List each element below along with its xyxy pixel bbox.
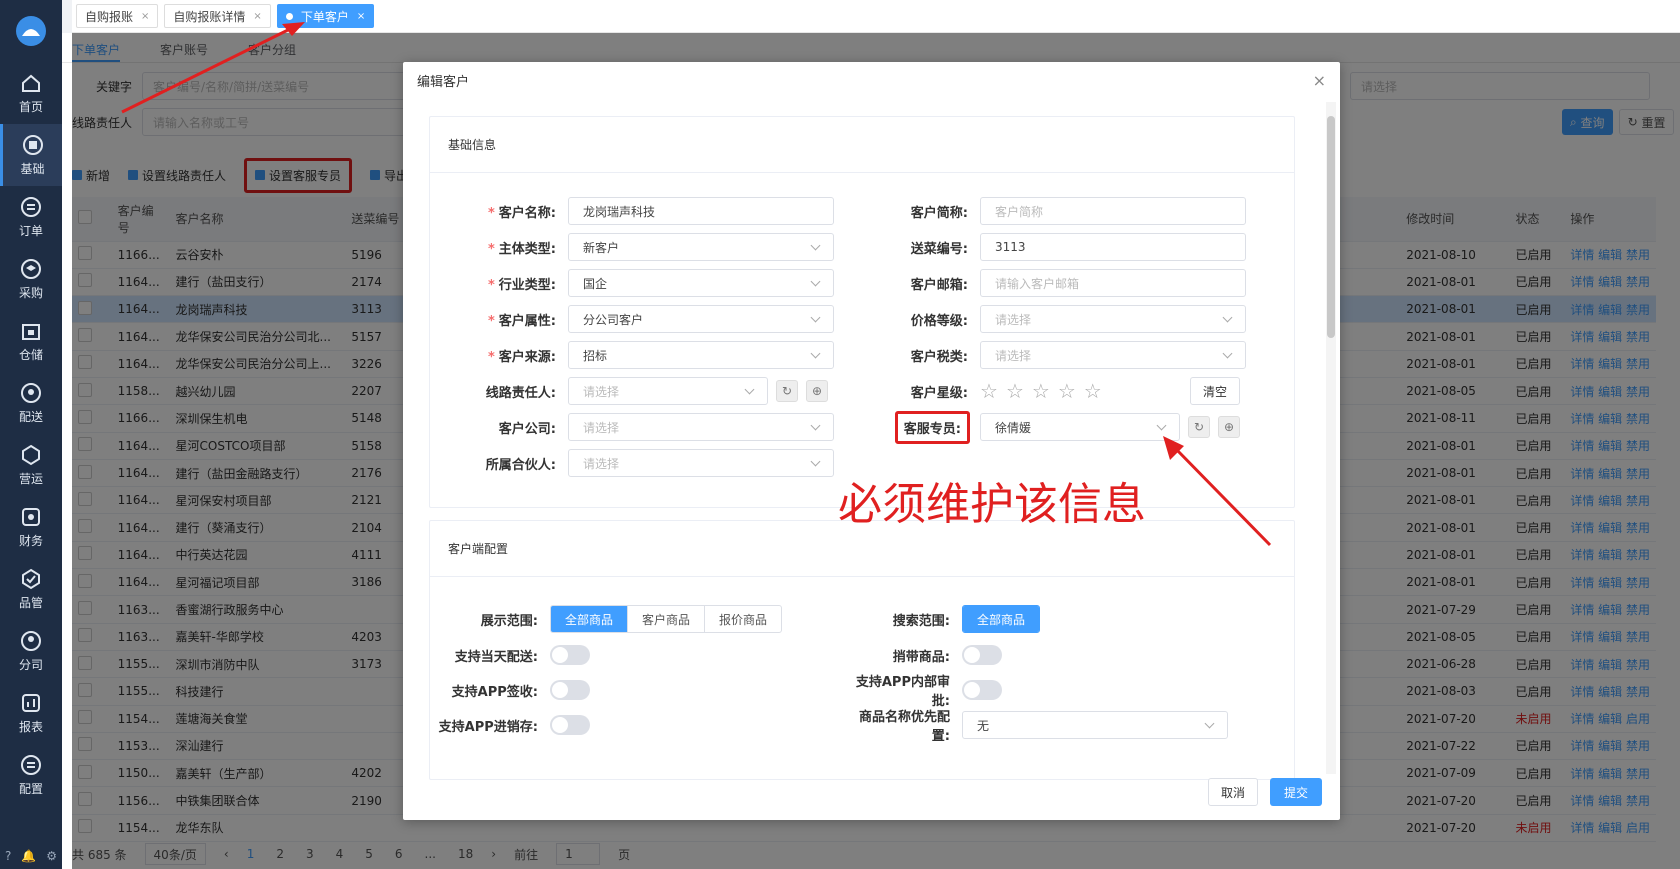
arrow-to-field [1173,446,1272,547]
annotation-arrows [121,22,1272,547]
arrowhead-field [1163,436,1184,460]
arrow-to-tab [121,26,293,114]
annotation-text: 必须维护该信息 [838,479,1146,530]
app-root: 首页 基础 订单 采购 仓储 配送 营运 财务 品管 分司 报表 配置 ? 🔔 ⚙ 自购报账 × 自购… [0,0,1680,869]
arrowhead-tab [282,22,305,36]
